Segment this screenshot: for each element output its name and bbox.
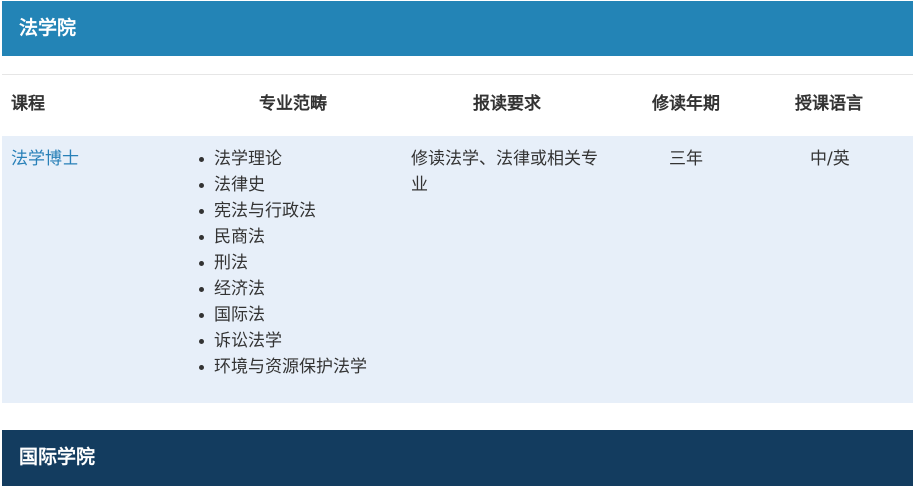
- table-header-row: 课程 专业范畴 报读要求 修读年期 授课语言: [2, 74, 913, 136]
- list-item: 诉讼法学: [195, 328, 367, 354]
- section-title: 国际学院: [19, 446, 96, 468]
- requirement-text: 修读法学、法律或相关专业: [411, 149, 598, 195]
- duration-text: 三年: [669, 149, 703, 169]
- list-item: 经济法: [195, 276, 367, 302]
- list-item: 环境与资源保护法学: [195, 354, 367, 380]
- table-row: 法学博士 法学理论 法律史 宪法与行政法 民商法 刑法 经济法 国际法 诉讼法学…: [2, 136, 913, 403]
- list-item: 宪法与行政法: [195, 198, 367, 224]
- international-school-header[interactable]: 国际学院: [2, 430, 913, 486]
- course-link[interactable]: 法学博士: [11, 146, 79, 172]
- language-text: 中/英: [810, 149, 850, 169]
- column-header-course: 课程: [11, 94, 45, 114]
- law-school-header[interactable]: 法学院: [2, 1, 913, 56]
- column-header-language: 授课语言: [795, 94, 863, 114]
- section-title: 法学院: [19, 17, 77, 39]
- list-item: 国际法: [195, 302, 367, 328]
- column-header-duration: 修读年期: [652, 94, 720, 114]
- column-header-requirement: 报读要求: [473, 94, 541, 114]
- areas-list: 法学理论 法律史 宪法与行政法 民商法 刑法 经济法 国际法 诉讼法学 环境与资…: [195, 146, 367, 380]
- column-header-areas: 专业范畴: [259, 94, 327, 114]
- list-item: 刑法: [195, 250, 367, 276]
- list-item: 法学理论: [195, 146, 367, 172]
- list-item: 法律史: [195, 172, 367, 198]
- list-item: 民商法: [195, 224, 367, 250]
- page: 法学院 课程 专业范畴 报读要求 修读年期 授课语言 法学博士 法学理论 法律史…: [0, 0, 913, 486]
